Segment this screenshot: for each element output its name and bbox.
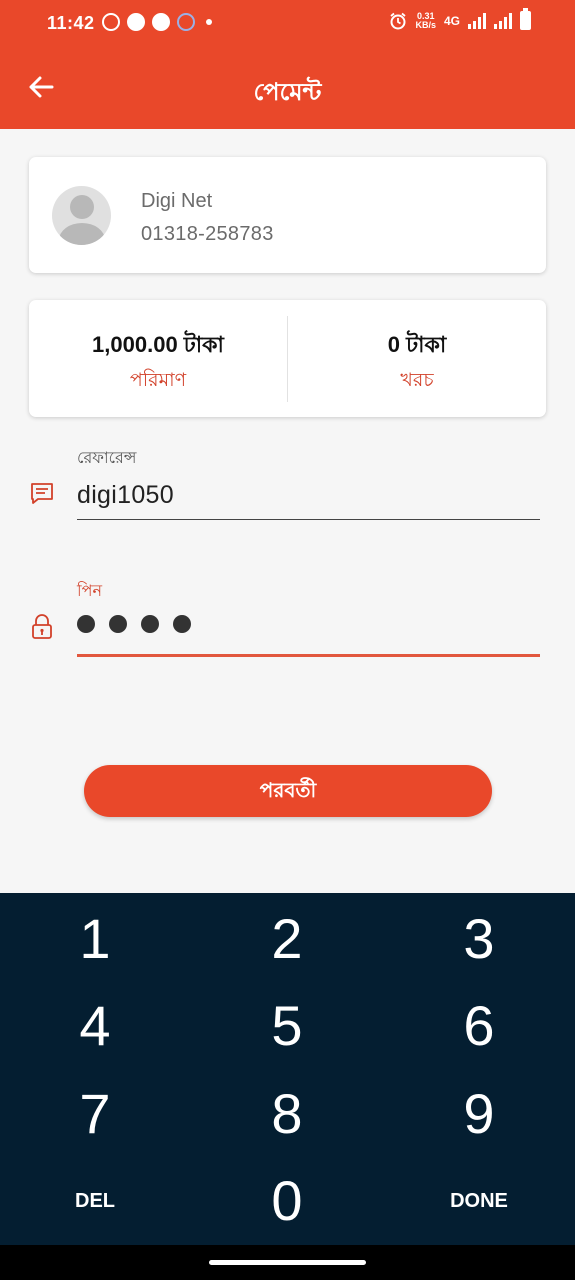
merchant-card: Digi Net 01318-258783 bbox=[29, 157, 546, 273]
key-4[interactable]: 4 bbox=[30, 986, 160, 1066]
home-indicator[interactable] bbox=[209, 1260, 366, 1265]
status-time: 11:42 bbox=[47, 13, 95, 33]
signal-icon bbox=[468, 12, 486, 29]
pin-underline bbox=[77, 654, 540, 657]
key-3[interactable]: 3 bbox=[414, 899, 544, 979]
system-icons: 0.31 KB/s 4G bbox=[389, 8, 531, 30]
pin-dot bbox=[173, 615, 191, 633]
next-button[interactable]: পরবর্তী bbox=[84, 765, 492, 817]
merchant-name: Digi Net bbox=[141, 190, 213, 212]
charge-value: 0 টাকা bbox=[387, 332, 447, 357]
avatar bbox=[52, 186, 111, 245]
speed-unit: KB/s bbox=[415, 19, 436, 30]
reference-underline bbox=[77, 519, 540, 520]
numeric-keypad: 1 2 3 4 5 6 7 8 9 DEL 0 DONE bbox=[0, 893, 575, 1245]
alarm-icon bbox=[390, 12, 407, 29]
key-9[interactable]: 9 bbox=[414, 1074, 544, 1154]
signal-icon bbox=[494, 12, 512, 29]
reference-input[interactable]: digi1050 bbox=[77, 481, 174, 510]
network-type: 4G bbox=[443, 13, 460, 28]
pin-dot bbox=[141, 615, 159, 633]
lock-icon bbox=[32, 614, 52, 639]
notification-icons bbox=[102, 13, 212, 31]
amount-value: 1,000.00 টাকা bbox=[92, 332, 224, 357]
pin-dot bbox=[77, 615, 95, 633]
charge-label: খরচ bbox=[400, 370, 434, 391]
messenger-icon bbox=[127, 13, 145, 31]
key-6[interactable]: 6 bbox=[414, 986, 544, 1066]
amount-section: 1,000.00 টাকা পরিমাণ bbox=[29, 300, 287, 417]
vpn-icon bbox=[177, 13, 195, 31]
amount-card: 1,000.00 টাকা পরিমাণ 0 টাকা খরচ bbox=[29, 300, 546, 417]
network-speed: 0.31 KB/s bbox=[415, 11, 436, 30]
key-done[interactable]: DONE bbox=[414, 1161, 544, 1241]
whatsapp-icon bbox=[102, 13, 120, 31]
navigation-bar bbox=[0, 1245, 575, 1280]
status-bar: 11:42 0.31 KB/s 4G bbox=[0, 0, 575, 46]
key-0[interactable]: 0 bbox=[222, 1161, 352, 1241]
key-5[interactable]: 5 bbox=[222, 986, 352, 1066]
pin-label: পিন bbox=[77, 583, 102, 600]
key-2[interactable]: 2 bbox=[222, 899, 352, 979]
reference-label: রেফারেন্স bbox=[77, 450, 137, 467]
chat-bubble-icon bbox=[152, 13, 170, 31]
charge-section: 0 টাকা খরচ bbox=[288, 300, 546, 417]
key-delete[interactable]: DEL bbox=[30, 1161, 160, 1241]
battery-icon bbox=[520, 8, 531, 30]
pin-input[interactable] bbox=[77, 615, 191, 633]
message-icon bbox=[31, 483, 53, 504]
key-8[interactable]: 8 bbox=[222, 1074, 352, 1154]
pin-dot bbox=[109, 615, 127, 633]
dot-icon bbox=[206, 19, 212, 25]
amount-label: পরিমাণ bbox=[129, 370, 187, 391]
merchant-phone: 01318-258783 bbox=[141, 223, 274, 245]
page-title: পেমেন্ট bbox=[253, 79, 322, 106]
app-bar: পেমেন্ট bbox=[0, 46, 575, 129]
key-1[interactable]: 1 bbox=[30, 899, 160, 979]
key-7[interactable]: 7 bbox=[30, 1074, 160, 1154]
